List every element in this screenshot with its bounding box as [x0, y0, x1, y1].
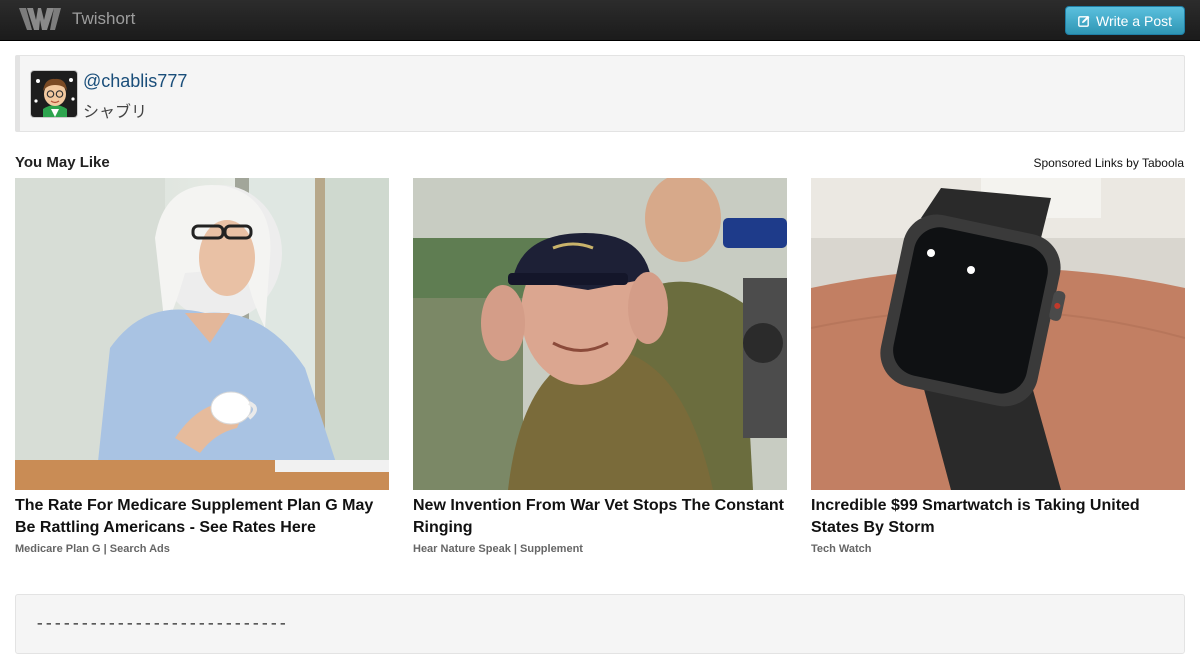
- recommendation-card[interactable]: Incredible $99 Smartwatch is Taking Unit…: [811, 178, 1185, 555]
- card-source: Hear Nature Speak | Supplement: [413, 543, 583, 555]
- author-display-name: シャブリ: [83, 104, 148, 121]
- post-divider-text: ----------------------------: [35, 615, 288, 633]
- card-title[interactable]: New Invention From War Vet Stops The Con…: [413, 495, 787, 539]
- post-content-well: ----------------------------: [15, 594, 1185, 654]
- card-source: Tech Watch: [811, 543, 872, 555]
- recommendation-card[interactable]: New Invention From War Vet Stops The Con…: [413, 178, 787, 555]
- card-title[interactable]: Incredible $99 Smartwatch is Taking Unit…: [811, 495, 1185, 539]
- card-image[interactable]: [413, 178, 787, 490]
- card-image[interactable]: [15, 178, 389, 490]
- recommendation-card[interactable]: The Rate For Medicare Supplement Plan G …: [15, 178, 389, 555]
- edit-icon: [1078, 15, 1090, 27]
- write-post-button[interactable]: Write a Post: [1065, 6, 1185, 35]
- top-navbar: Twishort Write a Post: [0, 0, 1200, 41]
- twishort-logo-icon: [19, 8, 61, 30]
- card-title[interactable]: The Rate For Medicare Supplement Plan G …: [15, 495, 389, 539]
- avatar[interactable]: [30, 70, 78, 118]
- write-post-label: Write a Post: [1096, 12, 1172, 29]
- sponsored-links-link[interactable]: Sponsored Links by Taboola: [1033, 156, 1184, 170]
- brand-link[interactable]: Twishort: [18, 6, 135, 32]
- brand-name: Twishort: [72, 9, 136, 28]
- card-source: Medicare Plan G | Search Ads: [15, 543, 170, 555]
- you-may-like-heading: You May Like: [15, 154, 110, 171]
- author-handle-link[interactable]: @chablis777: [83, 71, 187, 92]
- card-image[interactable]: [811, 178, 1185, 490]
- author-profile: @chablis777 シャブリ: [15, 55, 1185, 132]
